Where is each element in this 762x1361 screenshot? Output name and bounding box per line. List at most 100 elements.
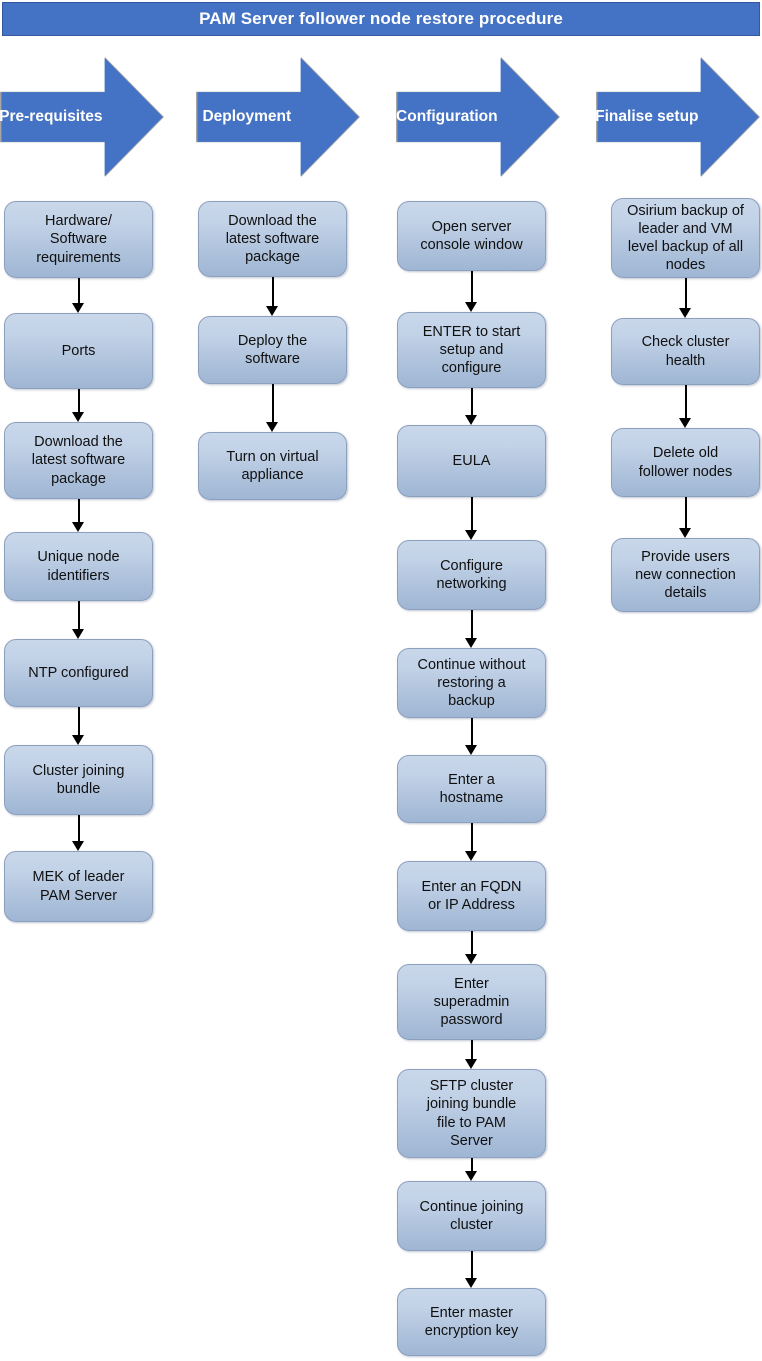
phase-arrow-configuration[interactable]: Configuration xyxy=(396,57,560,177)
connector-line xyxy=(272,384,274,423)
phase-label-pre-requisites: Pre-requisites xyxy=(0,108,103,125)
connector-arrowhead-icon xyxy=(679,418,691,428)
flow-step-box[interactable]: Enter an FQDN or IP Address xyxy=(397,861,546,931)
connector-line xyxy=(471,271,473,303)
flow-connector-arrow-icon xyxy=(465,388,478,425)
phase-label-configuration: Configuration xyxy=(396,108,498,125)
flow-step-box[interactable]: Open server console window xyxy=(397,201,546,271)
phase-arrow-deployment[interactable]: Deployment xyxy=(196,57,360,177)
connector-arrowhead-icon xyxy=(72,629,84,639)
flow-step-box[interactable]: EULA xyxy=(397,425,546,497)
connector-line xyxy=(78,389,80,413)
flow-connector-arrow-icon xyxy=(465,823,478,861)
connector-arrowhead-icon xyxy=(465,638,477,648)
flow-step-label: Enter an FQDN or IP Address xyxy=(421,878,522,913)
flow-step-box[interactable]: Download the latest software package xyxy=(4,422,153,499)
flow-step-label: EULA xyxy=(452,452,491,469)
flow-step-label: Open server console window xyxy=(420,218,523,253)
flow-step-label: Osirium backup of leader and VM level ba… xyxy=(627,202,744,274)
phase-arrow-finalise-setup[interactable]: Finalise setup xyxy=(595,57,760,177)
flow-step-label: MEK of leader PAM Server xyxy=(32,869,125,904)
connector-line xyxy=(471,497,473,531)
flow-connector-arrow-icon xyxy=(72,815,85,851)
flow-step-label: Delete old follower nodes xyxy=(638,445,733,480)
flow-step-box[interactable]: Osirium backup of leader and VM level ba… xyxy=(611,198,760,278)
flow-step-label: Provide users new connection details xyxy=(635,548,736,602)
flow-step-box[interactable]: Delete old follower nodes xyxy=(611,428,760,497)
page-title: PAM Server follower node restore procedu… xyxy=(199,9,563,28)
flow-step-box[interactable]: Turn on virtual appliance xyxy=(198,432,347,500)
flow-step-box[interactable]: ENTER to start setup and configure xyxy=(397,312,546,388)
connector-arrowhead-icon xyxy=(465,745,477,755)
flow-step-label: SFTP cluster joining bundle file to PAM … xyxy=(426,1078,517,1149)
connector-arrowhead-icon xyxy=(679,528,691,538)
flow-step-box[interactable]: Hardware/ Software requirements xyxy=(4,201,153,278)
connector-arrowhead-icon xyxy=(465,954,477,964)
flow-step-box[interactable]: Download the latest software package xyxy=(198,201,347,277)
flow-connector-arrow-icon xyxy=(679,385,692,428)
connector-arrowhead-icon xyxy=(465,415,477,425)
connector-line xyxy=(685,278,687,309)
flow-connector-arrow-icon xyxy=(465,718,478,755)
connector-line xyxy=(685,497,687,529)
flow-connector-arrow-icon xyxy=(679,278,692,318)
flow-step-label: Continue joining cluster xyxy=(419,1198,524,1233)
flow-step-box[interactable]: SFTP cluster joining bundle file to PAM … xyxy=(397,1069,546,1158)
flow-step-box[interactable]: Enter a hostname xyxy=(397,755,546,823)
connector-line xyxy=(685,385,687,419)
flow-step-box[interactable]: Enter superadmin password xyxy=(397,964,546,1040)
flow-step-box[interactable]: Deploy the software xyxy=(198,316,347,384)
connector-line xyxy=(272,277,274,307)
flow-step-label: Configure networking xyxy=(436,557,507,592)
flow-step-label: NTP configured xyxy=(28,664,129,681)
connector-arrowhead-icon xyxy=(72,522,84,532)
flow-step-label: Enter a hostname xyxy=(439,771,504,806)
connector-line xyxy=(471,718,473,746)
connector-arrowhead-icon xyxy=(266,422,278,432)
flow-step-label: ENTER to start setup and configure xyxy=(422,323,521,377)
flow-connector-arrow-icon xyxy=(679,497,692,538)
flow-step-box[interactable]: Cluster joining bundle xyxy=(4,745,153,815)
flow-connector-arrow-icon xyxy=(465,610,478,648)
flow-connector-arrow-icon xyxy=(465,271,478,312)
connector-arrowhead-icon xyxy=(72,412,84,422)
flow-step-label: Hardware/ Software requirements xyxy=(36,213,121,266)
flow-step-label: Turn on virtual appliance xyxy=(226,448,319,483)
connector-arrowhead-icon xyxy=(679,308,691,318)
flow-step-box[interactable]: Continue without restoring a backup xyxy=(397,648,546,718)
connector-arrowhead-icon xyxy=(465,851,477,861)
flow-step-box[interactable]: Continue joining cluster xyxy=(397,1181,546,1251)
connector-line xyxy=(78,499,80,523)
connector-arrowhead-icon xyxy=(465,1171,477,1181)
connector-arrowhead-icon xyxy=(465,530,477,540)
flow-connector-arrow-icon xyxy=(465,497,478,540)
flow-step-box[interactable]: Enter master encryption key xyxy=(397,1288,546,1356)
flow-connector-arrow-icon xyxy=(72,278,85,313)
flow-step-box[interactable]: Ports xyxy=(4,313,153,389)
connector-line xyxy=(471,931,473,955)
flow-connector-arrow-icon xyxy=(72,707,85,745)
flow-step-box[interactable]: MEK of leader PAM Server xyxy=(4,851,153,922)
connector-line xyxy=(471,1251,473,1279)
flow-connector-arrow-icon xyxy=(72,499,85,532)
flow-connector-arrow-icon xyxy=(266,277,279,316)
flow-step-box[interactable]: Provide users new connection details xyxy=(611,538,760,612)
connector-line xyxy=(471,610,473,639)
connector-line xyxy=(471,388,473,416)
connector-line xyxy=(471,823,473,852)
connector-arrowhead-icon xyxy=(465,302,477,312)
phase-arrow-pre-requisites[interactable]: Pre-requisites xyxy=(0,57,164,177)
flow-connector-arrow-icon xyxy=(266,384,279,432)
phase-label-deployment: Deployment xyxy=(202,108,292,125)
flow-connector-arrow-icon xyxy=(465,1040,478,1069)
flow-step-label: Unique node identifiers xyxy=(37,549,120,584)
connector-arrowhead-icon xyxy=(72,303,84,313)
flow-step-box[interactable]: Configure networking xyxy=(397,540,546,610)
flow-step-box[interactable]: NTP configured xyxy=(4,639,153,707)
connector-line xyxy=(78,707,80,736)
flow-step-box[interactable]: Unique node identifiers xyxy=(4,532,153,601)
flow-connector-arrow-icon xyxy=(72,601,85,639)
phase-label-finalise-setup: Finalise setup xyxy=(595,108,699,125)
flow-connector-arrow-icon xyxy=(72,389,85,422)
flow-step-box[interactable]: Check cluster health xyxy=(611,318,760,385)
